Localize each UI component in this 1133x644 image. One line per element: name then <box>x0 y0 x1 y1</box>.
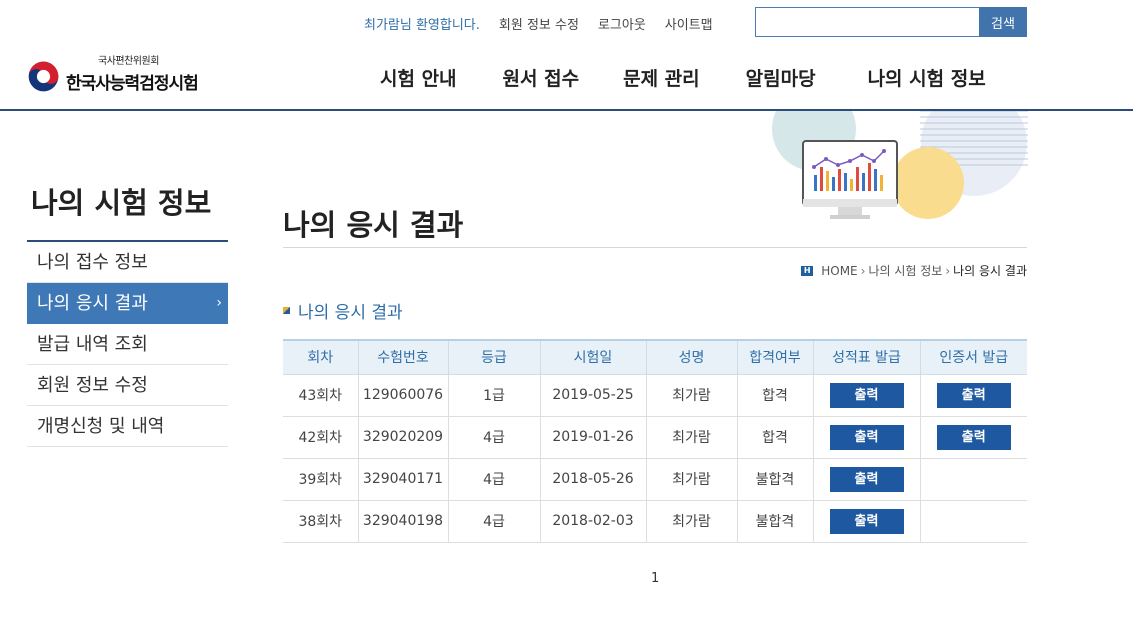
cell-grade: 4급 <box>447 416 540 459</box>
cell-name: 최가람 <box>645 458 737 501</box>
print-report-button[interactable]: 출력 <box>829 508 904 534</box>
cell-round: 38회차 <box>283 500 358 543</box>
cell-number: 329040198 <box>357 500 448 543</box>
page-title: 나의 응시 결과 <box>283 208 464 242</box>
logo-title: 한국사능력검정시험 <box>66 74 199 94</box>
table-row: 39회차 329040171 4급 2018-05-26 최가람 불합격 출력 <box>283 458 1027 501</box>
col-header-name: 성명 <box>645 339 737 375</box>
cell-grade: 4급 <box>447 458 540 501</box>
sidebar-title: 나의 시험 정보 <box>31 186 212 220</box>
cell-name: 최가람 <box>645 500 737 543</box>
cell-report: 출력 <box>812 500 920 543</box>
page-number-current[interactable]: 1 <box>651 571 659 586</box>
cell-name: 최가람 <box>645 374 737 417</box>
nav-exam-guide[interactable]: 시험 안내 <box>380 64 457 91</box>
logout-link[interactable]: 로그아웃 <box>598 14 646 33</box>
sidebar-item-edit-member[interactable]: 회원 정보 수정 <box>27 365 228 406</box>
main-navigation: 시험 안내 원서 접수 문제 관리 알림마당 나의 시험 정보 <box>380 64 986 91</box>
section-bullet-icon <box>283 307 290 314</box>
col-header-number: 수험번호 <box>357 339 448 375</box>
cell-cert <box>919 500 1027 543</box>
table-row: 42회차 329020209 4급 2019-01-26 최가람 합격 출력 출… <box>283 416 1027 459</box>
home-icon: H <box>801 265 814 276</box>
site-logo[interactable]: 국사편찬위원회 한국사능력검정시험 <box>27 52 199 94</box>
sidebar-item-label: 나의 접수 정보 <box>37 252 148 273</box>
breadcrumb-separator: › <box>945 263 951 278</box>
cell-result: 합격 <box>736 374 813 417</box>
col-header-round: 회차 <box>283 339 358 375</box>
sidebar-item-issue-history[interactable]: 발급 내역 조회 <box>27 324 228 365</box>
table-row: 43회차 129060076 1급 2019-05-25 최가람 합격 출력 출… <box>283 374 1027 417</box>
table-row: 38회차 329040198 4급 2018-02-03 최가람 불합격 출력 <box>283 500 1027 543</box>
cell-date: 2018-05-26 <box>539 458 646 501</box>
sidebar-menu: 나의 접수 정보 나의 응시 결과 › 발급 내역 조회 회원 정보 수정 개명신… <box>27 240 228 447</box>
print-report-button[interactable]: 출력 <box>829 382 904 408</box>
welcome-message: 최가람님 환영합니다. <box>364 18 480 33</box>
sidebar-item-name-change[interactable]: 개명신청 및 내역 <box>27 406 228 447</box>
table-header-row: 회차 수험번호 등급 시험일 성명 합격여부 성적표 발급 인증서 발급 <box>283 339 1027 375</box>
cell-name: 최가람 <box>645 416 737 459</box>
cell-result: 불합격 <box>736 458 813 501</box>
print-certificate-button[interactable]: 출력 <box>936 382 1011 408</box>
cell-grade: 4급 <box>447 500 540 543</box>
cell-number: 329040171 <box>357 458 448 501</box>
search-button[interactable]: 검색 <box>979 7 1027 37</box>
print-report-button[interactable]: 출력 <box>829 424 904 450</box>
cell-number: 329020209 <box>357 416 448 459</box>
sidebar-item-my-results[interactable]: 나의 응시 결과 › <box>27 283 228 324</box>
title-divider <box>283 247 1027 248</box>
edit-member-info-link[interactable]: 회원 정보 수정 <box>499 14 579 33</box>
print-report-button[interactable]: 출력 <box>829 466 904 492</box>
chart-monitor-illustration <box>770 111 1030 226</box>
cell-report: 출력 <box>812 416 920 459</box>
breadcrumb-separator: › <box>860 263 866 278</box>
utility-links: 최가람님 환영합니다. 회원 정보 수정 로그아웃 사이트맵 <box>364 14 732 33</box>
nav-my-exam-info[interactable]: 나의 시험 정보 <box>868 64 986 91</box>
cell-report: 출력 <box>812 374 920 417</box>
section-title: 나의 응시 결과 <box>283 298 403 323</box>
col-header-report: 성적표 발급 <box>812 339 920 375</box>
breadcrumb: H HOME › 나의 시험 정보 › 나의 응시 결과 <box>801 262 1027 279</box>
cell-result: 불합격 <box>736 500 813 543</box>
print-certificate-button[interactable]: 출력 <box>936 424 1011 450</box>
pagination: 1 <box>651 571 659 586</box>
col-header-grade: 등급 <box>447 339 540 375</box>
breadcrumb-my-exam-info[interactable]: 나의 시험 정보 <box>868 262 942 279</box>
sidebar-item-label: 발급 내역 조회 <box>37 334 148 355</box>
cell-date: 2019-05-25 <box>539 374 646 417</box>
taegeuk-logo-icon <box>28 61 59 91</box>
cell-round: 39회차 <box>283 458 358 501</box>
col-header-result: 합격여부 <box>736 339 813 375</box>
cell-report: 출력 <box>812 458 920 501</box>
cell-cert: 출력 <box>919 374 1027 417</box>
sidebar-item-my-application[interactable]: 나의 접수 정보 <box>27 242 228 283</box>
cell-cert <box>919 458 1027 501</box>
cell-grade: 1급 <box>447 374 540 417</box>
nav-question-management[interactable]: 문제 관리 <box>623 64 700 91</box>
sitemap-link[interactable]: 사이트맵 <box>665 14 713 33</box>
sidebar-item-label: 회원 정보 수정 <box>37 375 148 396</box>
cell-round: 42회차 <box>283 416 358 459</box>
col-header-cert: 인증서 발급 <box>919 339 1027 375</box>
chevron-right-icon: › <box>216 295 222 311</box>
nav-application[interactable]: 원서 접수 <box>503 64 580 91</box>
cell-date: 2019-01-26 <box>539 416 646 459</box>
cell-date: 2018-02-03 <box>539 500 646 543</box>
cell-cert: 출력 <box>919 416 1027 459</box>
breadcrumb-current: 나의 응시 결과 <box>953 264 1027 278</box>
sidebar-item-label: 개명신청 및 내역 <box>37 416 165 437</box>
cell-round: 43회차 <box>283 374 358 417</box>
sidebar-item-label: 나의 응시 결과 <box>37 293 148 314</box>
utility-bar: 최가람님 환영합니다. 회원 정보 수정 로그아웃 사이트맵 검색 <box>0 7 1133 37</box>
breadcrumb-home[interactable]: HOME <box>821 264 857 278</box>
logo-subtitle: 국사편찬위원회 <box>98 56 159 67</box>
nav-notice-board[interactable]: 알림마당 <box>746 64 816 91</box>
col-header-date: 시험일 <box>539 339 646 375</box>
cell-number: 129060076 <box>357 374 448 417</box>
section-title-text: 나의 응시 결과 <box>298 303 403 323</box>
cell-result: 합격 <box>736 416 813 459</box>
results-table: 회차 수험번호 등급 시험일 성명 합격여부 성적표 발급 인증서 발급 43회… <box>283 339 1027 543</box>
search-input[interactable] <box>755 7 980 37</box>
